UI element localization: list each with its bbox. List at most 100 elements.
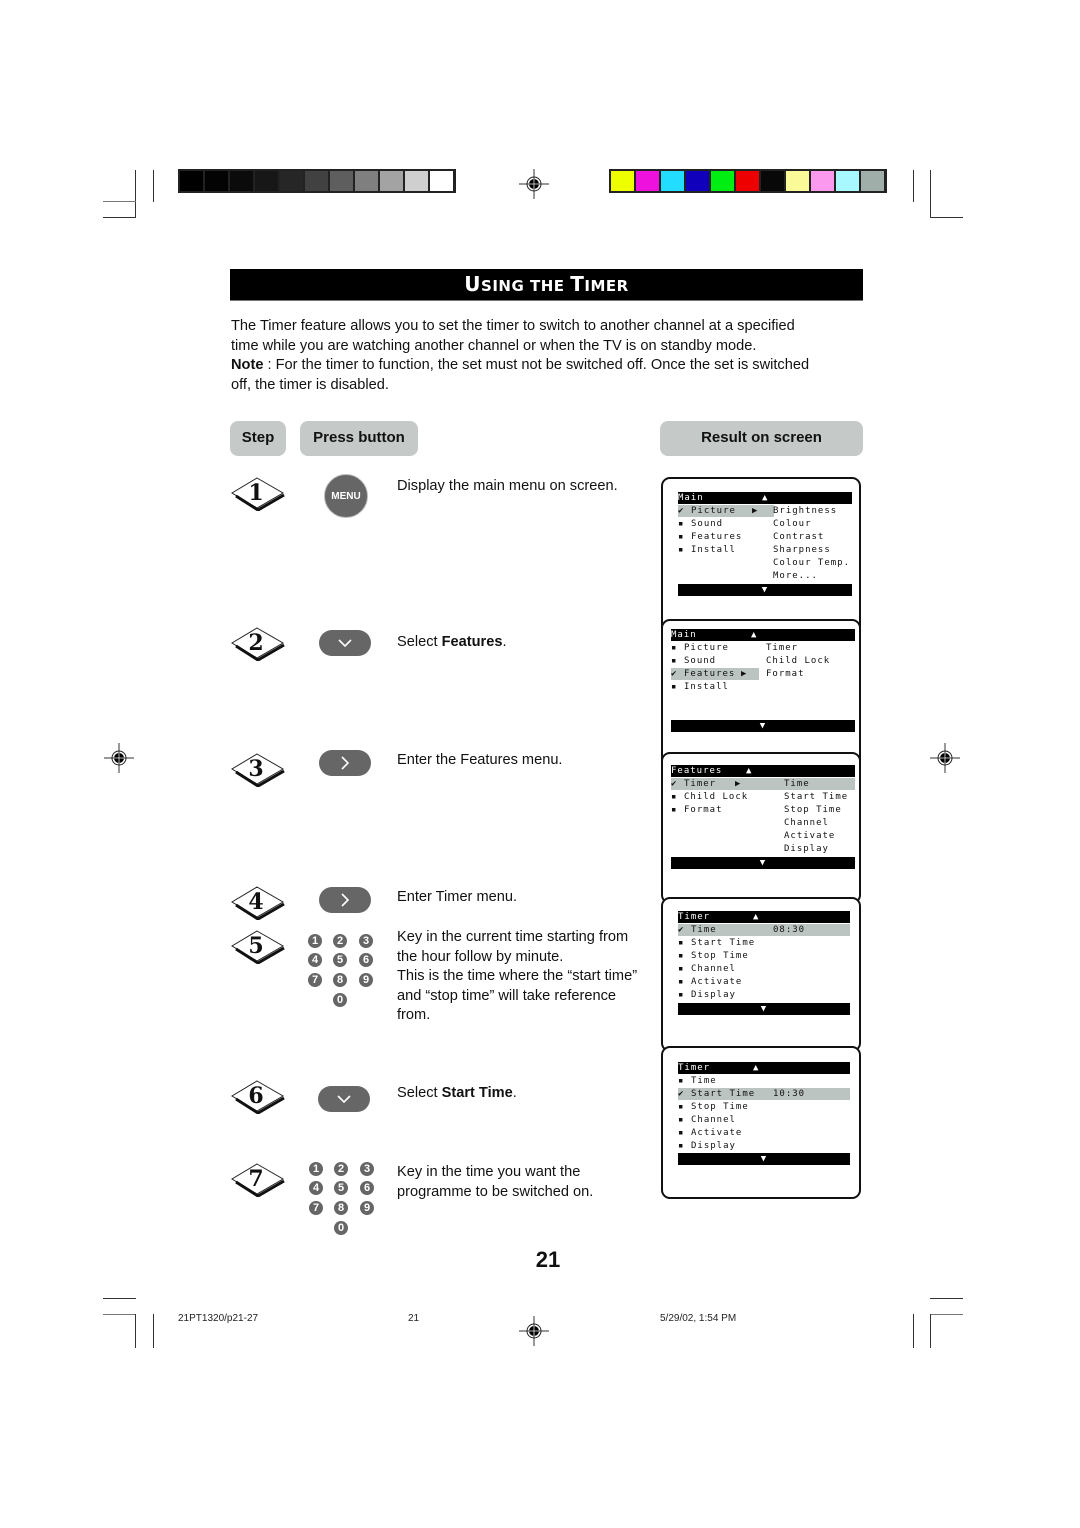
osd-menu-item: Activate (691, 1128, 743, 1138)
check-icon: ✔ (678, 1089, 685, 1099)
osd-submenu-item: Format (766, 669, 805, 679)
registration-target-icon (930, 743, 960, 773)
crop-mark (153, 1314, 154, 1348)
step-number-badge: 1 (231, 477, 285, 511)
step-4-description: Enter Timer menu. (397, 889, 518, 905)
osd-menu-item: Time (691, 925, 717, 935)
step-1-description: Display the main menu on screen. (397, 478, 618, 494)
crop-mark (103, 1314, 136, 1315)
footer-file-name: 21PT1320/p21-27 (178, 1313, 259, 1324)
check-icon: ✔ (671, 669, 678, 679)
osd-menu-item: Sound (684, 656, 717, 666)
intro-line: off, the timer is disabled. (231, 376, 389, 393)
down-arrow-icon: ▼ (759, 858, 767, 868)
step-number: 1 (248, 480, 264, 506)
footer-page: 21 (408, 1313, 420, 1324)
osd-menu-title: Features (671, 766, 723, 776)
intro-line: time while you are watching another chan… (231, 337, 757, 354)
number-keypad: 123 456 7890 (309, 1162, 383, 1236)
up-arrow-icon: ▲ (762, 493, 769, 503)
number-key-1: 1 (308, 934, 322, 948)
osd-submenu-item: Stop Time (784, 805, 842, 815)
bullet-icon: ▪ (678, 938, 685, 948)
bullet-icon: ▪ (678, 545, 685, 555)
color-swatch (255, 171, 278, 191)
osd-menu-title: Main (678, 493, 704, 503)
number-key-6: 6 (360, 1181, 374, 1195)
bullet-icon: ▪ (671, 643, 678, 653)
bullet-icon: ▪ (678, 1102, 685, 1112)
submenu-arrow-icon: ▶ (752, 506, 759, 516)
step-number: 7 (248, 1166, 264, 1192)
color-swatch (836, 171, 859, 191)
chevron-down-icon (338, 639, 352, 648)
up-arrow-icon: ▲ (753, 912, 760, 922)
number-key-3: 3 (360, 1162, 374, 1176)
osd-time-value: 08:30 (773, 925, 806, 935)
step-number: 4 (248, 889, 264, 915)
osd-menu-item: Channel (691, 1115, 736, 1125)
osd-menu-item: Install (691, 545, 736, 555)
crop-mark (930, 1314, 963, 1315)
color-swatch (686, 171, 709, 191)
crop-mark (930, 170, 931, 218)
grayscale-calibration-strip (178, 169, 456, 193)
crop-mark (913, 170, 914, 202)
osd-submenu-item: Contrast (773, 532, 825, 542)
osd-menu-footer: ▼ (671, 720, 855, 732)
registration-target-icon (104, 743, 134, 773)
right-button (319, 887, 371, 913)
step-7-description: Key in the time you want the programme t… (397, 1164, 594, 1200)
osd-menu-item: Time (691, 1076, 717, 1086)
step-number: 2 (248, 630, 264, 656)
header-step: Step (230, 421, 286, 456)
osd-menu-header: Features ▲ (671, 765, 855, 777)
menu-button: MENU (324, 474, 368, 518)
header-press-button: Press button (300, 421, 418, 456)
footer-date: 5/29/02, 1:54 PM (660, 1313, 737, 1324)
down-arrow-icon: ▼ (760, 1154, 768, 1164)
osd-submenu-item: More... (773, 571, 818, 581)
number-key-5: 5 (334, 1181, 348, 1195)
crop-mark (930, 1314, 931, 1348)
crop-mark (103, 217, 136, 218)
step-number-badge: 5 (231, 930, 285, 964)
step-number-badge: 7 (231, 1163, 285, 1197)
color-swatch (280, 171, 303, 191)
intro-paragraph: The Timer feature allows you to set the … (231, 317, 871, 395)
color-swatch (180, 171, 203, 191)
osd-submenu-item: Channel (784, 818, 829, 828)
bullet-icon: ▪ (678, 1128, 685, 1138)
osd-menu-item: Start Time (691, 938, 756, 948)
osd-menu-item: Start Time (691, 1089, 756, 1099)
up-arrow-icon: ▲ (751, 630, 758, 640)
osd-menu-header: Main ▲ (678, 492, 852, 504)
osd-menu-item: Sound (691, 519, 724, 529)
color-swatch (861, 171, 884, 191)
bullet-icon: ▪ (678, 532, 685, 542)
osd-submenu-item: Colour (773, 519, 812, 529)
number-key-0: 0 (333, 993, 347, 1007)
color-swatch (611, 171, 634, 191)
color-swatch (405, 171, 428, 191)
check-icon: ✔ (678, 925, 685, 935)
submenu-arrow-icon: ▶ (741, 669, 748, 679)
osd-menu-title: Timer (678, 1063, 711, 1073)
bullet-icon: ▪ (671, 682, 678, 692)
number-key-9: 9 (360, 1201, 374, 1215)
osd-submenu-item: Time (784, 779, 810, 789)
section-title: USING THE TIMER (230, 269, 863, 301)
header-result-on-screen: Result on screen (660, 421, 863, 456)
bullet-icon: ▪ (671, 656, 678, 666)
number-key-8: 8 (334, 1201, 348, 1215)
down-arrow-icon: ▼ (760, 1004, 768, 1014)
step-number: 6 (248, 1083, 264, 1109)
osd-menu-footer: ▼ (671, 857, 855, 869)
submenu-arrow-icon: ▶ (735, 779, 742, 789)
crop-mark (135, 1314, 136, 1348)
crop-mark (930, 217, 963, 218)
osd-menu-item: Stop Time (691, 951, 749, 961)
crop-mark (103, 201, 136, 202)
osd-submenu-item: Child Lock (766, 656, 831, 666)
osd-menu-header: Timer ▲ (678, 1062, 850, 1074)
